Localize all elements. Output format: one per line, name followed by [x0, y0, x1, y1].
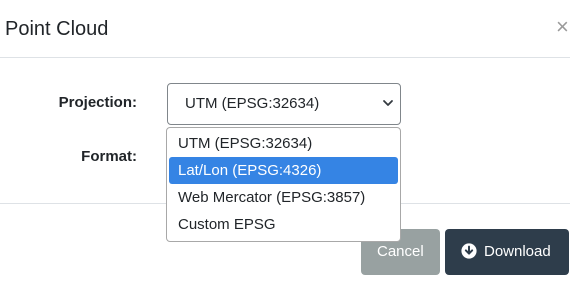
projection-select-value: UTM (EPSG:32634): [185, 95, 320, 112]
modal-title: Point Cloud: [5, 18, 109, 40]
projection-option-web-mercator[interactable]: Web Mercator (EPSG:3857): [169, 184, 398, 211]
projection-dropdown: UTM (EPSG:32634) Lat/Lon (EPSG:4326) Web…: [166, 127, 401, 242]
projection-option-utm[interactable]: UTM (EPSG:32634): [169, 130, 398, 157]
close-icon[interactable]: ×: [556, 16, 570, 38]
projection-select[interactable]: UTM (EPSG:32634): [167, 83, 401, 125]
download-button-label: Download: [484, 243, 551, 260]
cancel-button-label: Cancel: [377, 243, 424, 260]
projection-option-custom-epsg[interactable]: Custom EPSG: [169, 211, 398, 238]
chevron-down-icon: [383, 100, 393, 106]
format-label: Format:: [81, 148, 137, 165]
download-button[interactable]: Download: [445, 229, 569, 275]
projection-label: Projection:: [58, 94, 137, 111]
download-circle-icon: [461, 243, 477, 259]
modal-header: Point Cloud ×: [0, 0, 570, 58]
projection-option-latlon[interactable]: Lat/Lon (EPSG:4326): [169, 157, 398, 184]
